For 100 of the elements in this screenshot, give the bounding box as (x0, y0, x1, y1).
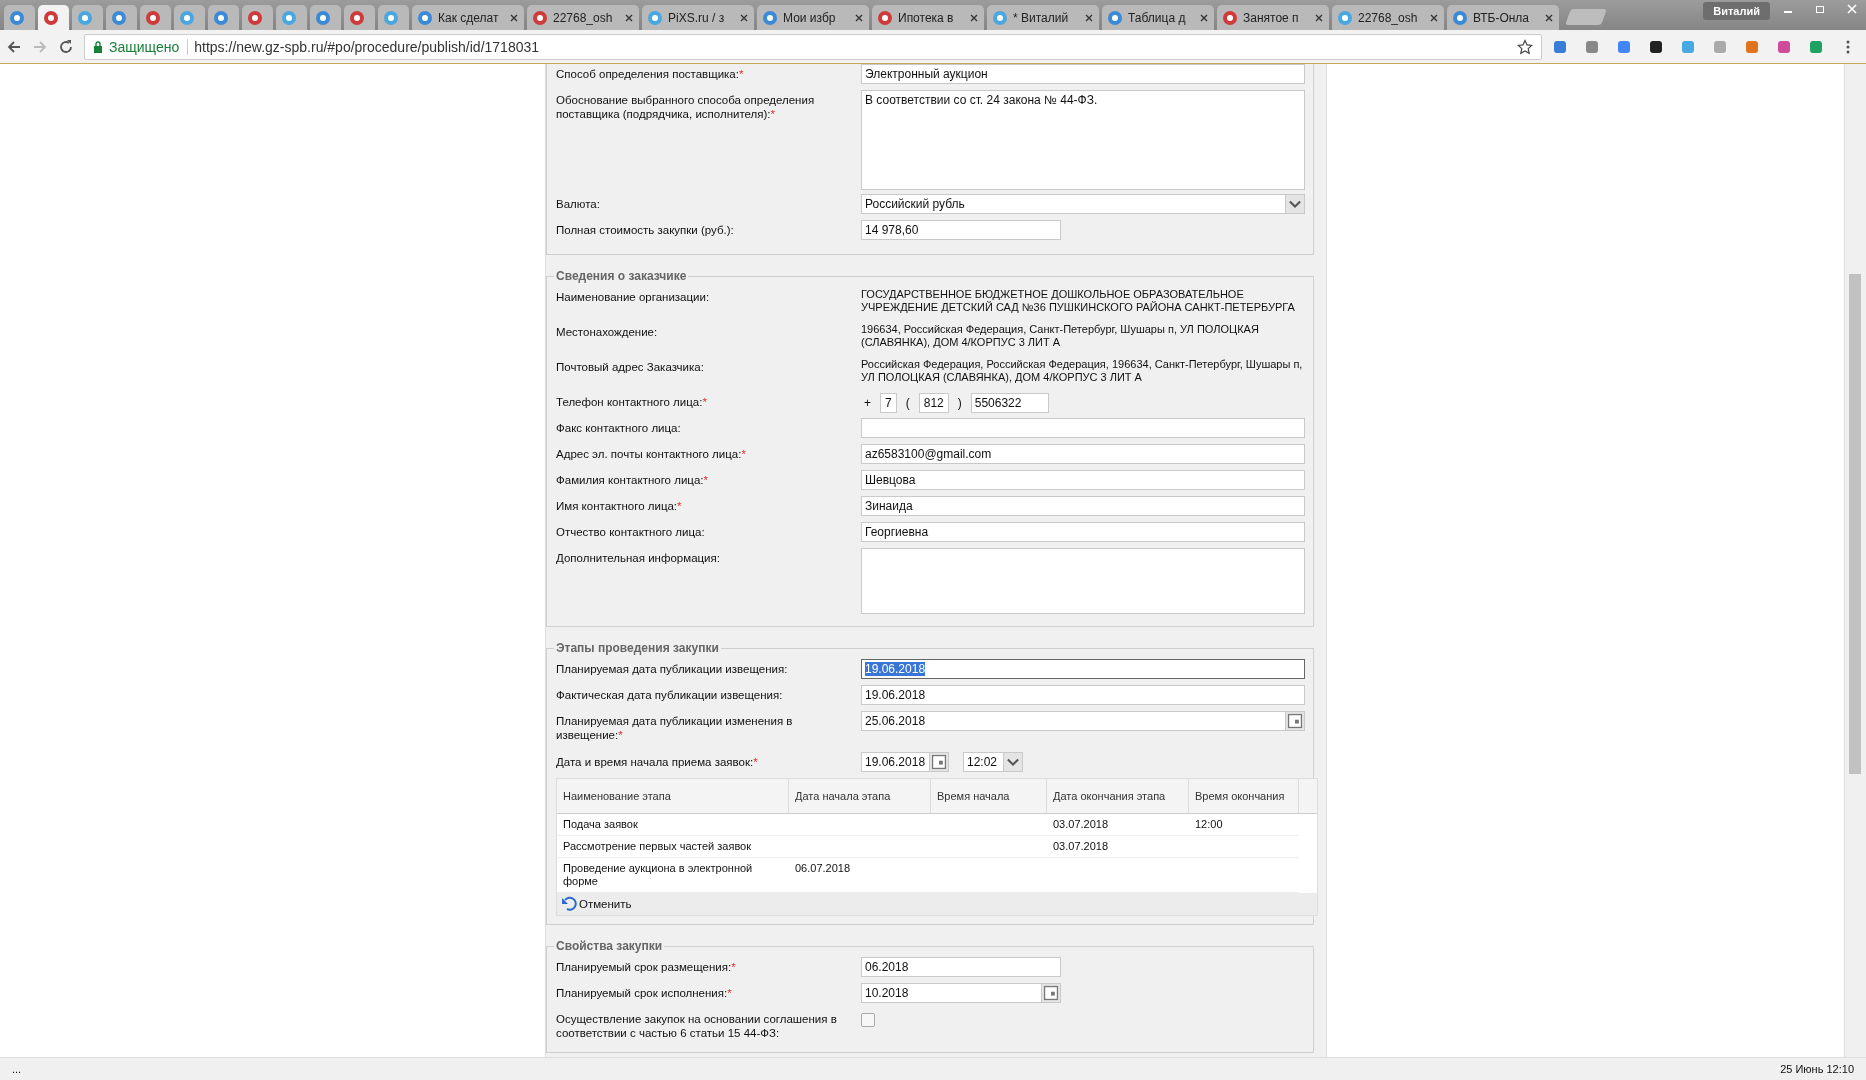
text-field[interactable]: 19.06.2018 (861, 685, 1305, 705)
text-area[interactable]: В соответствии со ст. 24 закона № 44-ФЗ. (861, 90, 1305, 190)
browser-tab[interactable]: Как сделат (412, 5, 524, 30)
calendar-icon[interactable] (929, 753, 948, 771)
site-icon (179, 9, 195, 26)
close-icon[interactable] (1084, 12, 1094, 23)
field-label: Дополнительная информация: (556, 551, 720, 565)
browser-tab[interactable] (106, 5, 137, 30)
date-field[interactable]: 19.06.2018 (861, 752, 949, 772)
new-tab-button[interactable] (1565, 9, 1607, 25)
cancel-button[interactable]: Отменить (561, 896, 632, 912)
browser-tab[interactable]: Ипотека в (872, 5, 984, 30)
phone-field[interactable]: 812 (918, 393, 949, 413)
text-field[interactable]: 19.06.2018 (861, 659, 1305, 679)
text-field[interactable] (861, 418, 1305, 438)
browser-tab[interactable]: 22768_osh (527, 5, 639, 30)
table-cell: 03.07.2018 (1053, 840, 1109, 852)
status-text: ... (12, 1063, 22, 1075)
text-field[interactable]: 14 978,60 (861, 220, 1061, 240)
table-cell: Подача заявок (563, 818, 638, 830)
extension-icon[interactable] (1648, 38, 1664, 55)
close-icon[interactable] (739, 12, 749, 23)
browser-tab[interactable] (310, 5, 341, 30)
browser-tab[interactable]: * Виталий (987, 5, 1099, 30)
calendar-icon[interactable] (1041, 984, 1060, 1002)
section-title: Свойства закупки (555, 939, 664, 953)
site-icon (349, 9, 365, 26)
browser-tab[interactable] (4, 5, 35, 30)
browser-tab[interactable]: PiXS.ru / з (642, 5, 754, 30)
site-icon (1107, 9, 1123, 26)
text-field[interactable]: Электронный аукцион (861, 64, 1305, 84)
browser-tab[interactable]: 22768_osh (1332, 5, 1444, 30)
text-field[interactable]: Зинаида (861, 496, 1305, 516)
site-icon (145, 9, 161, 26)
reload-icon[interactable] (58, 38, 74, 55)
site-icon (1452, 9, 1468, 26)
browser-tab[interactable] (208, 5, 239, 30)
browser-tab[interactable] (140, 5, 171, 30)
close-icon[interactable] (1544, 12, 1554, 23)
browser-tab[interactable] (242, 5, 273, 30)
clock-text: 25 Июнь 12:10 (1780, 1063, 1854, 1075)
site-icon (647, 9, 663, 26)
star-icon[interactable] (1517, 38, 1533, 55)
browser-tab[interactable] (174, 5, 205, 30)
back-icon[interactable] (6, 38, 22, 55)
checkbox[interactable] (861, 1013, 875, 1027)
time-dropdown[interactable]: 12:02 (963, 752, 1023, 772)
column-header: Дата окончания этапа (1047, 779, 1189, 813)
site-icon (247, 9, 263, 26)
calendar-icon[interactable] (1285, 712, 1304, 730)
browser-tab[interactable]: Таблица д (1102, 5, 1214, 30)
table-cell: 06.07.2018 (795, 862, 851, 874)
field-value: 196634, Российская Федерация, Санкт-Петербург, Шушары п, УЛ ПОЛОЦКАЯ (СЛАВЯНКА), ДОМ 4/КОРПУС 3 ЛИТ А (861, 322, 1260, 349)
close-icon[interactable] (1314, 12, 1324, 23)
field-label: Планируемая дата публикации изменения в извещение:* (556, 714, 794, 742)
browser-tab[interactable]: Мои избр (757, 5, 869, 30)
browser-tab[interactable] (344, 5, 375, 30)
text-field[interactable]: Георгиевна (861, 522, 1305, 542)
scrollbar[interactable] (1844, 64, 1866, 1057)
site-icon (9, 9, 25, 26)
field-label: Наименование организации: (556, 290, 710, 304)
field-label: Планируемый срок размещения:* (556, 960, 736, 974)
site-icon (532, 9, 548, 26)
field-label: Осуществление закупок на основании соглашения в соответствии с частью 6 статьи 15 44-ФЗ: (556, 1012, 838, 1040)
date-field[interactable]: 10.2018 (861, 983, 1061, 1003)
text-field[interactable]: Шевцова (861, 470, 1305, 490)
browser-tab[interactable] (38, 5, 69, 30)
column-header: Время начала (931, 779, 1047, 813)
field-value: ГОСУДАРСТВЕННОЕ БЮДЖЕТНОЕ ДОШКОЛЬНОЕ ОБРАЗОВАТЕЛЬНОЕ УЧРЕЖДЕНИЕ ДЕТСКИЙ САД №36 ПУШКИНСКОГО РАЙОНА САНКТ-ПЕТЕРБУРГА (861, 287, 1296, 314)
text-field[interactable]: az6583100@gmail.com (861, 444, 1305, 464)
browser-tab[interactable] (72, 5, 103, 30)
close-icon[interactable] (969, 12, 979, 23)
profile-button[interactable]: Виталий (1703, 2, 1770, 20)
phone-symbol: + (863, 396, 872, 410)
undo-icon (561, 896, 577, 912)
close-icon[interactable] (854, 12, 864, 23)
phone-symbol: ) (956, 396, 963, 410)
browser-tab[interactable]: Занятое п (1217, 5, 1329, 30)
site-icon (762, 9, 778, 26)
site-icon (111, 9, 127, 26)
browser-tab[interactable] (276, 5, 307, 30)
field-label: Дата и время начала приема заявок:* (556, 755, 758, 769)
field-label: Факс контактного лица: (556, 421, 681, 435)
dropdown[interactable]: Российский рубль (861, 194, 1305, 214)
browser-tab[interactable]: ВТБ-Онла (1447, 5, 1559, 30)
close-icon[interactable] (509, 12, 519, 23)
text-field[interactable]: 06.2018 (861, 957, 1061, 977)
field-value: Российская Федерация, Российская Федерация, 196634, Санкт-Петербург, Шушары п, УЛ ПОЛОЦКАЯ (СЛАВЯНКА), ДОМ 4/КОРПУС 3 ЛИТ А (861, 357, 1304, 384)
field-label: Фактическая дата публикации извещения: (556, 688, 783, 702)
column-header: Наименование этапа (557, 779, 789, 813)
close-icon[interactable] (1429, 12, 1439, 23)
browser-tab[interactable] (378, 5, 409, 30)
phone-field[interactable]: 5506322 (970, 393, 1049, 413)
close-icon[interactable] (624, 12, 634, 23)
address-bar[interactable]: Защищено https://new.gz-spb.ru/#po/procedure/publish/id/1718031 (84, 33, 1542, 60)
date-field[interactable]: 25.06.2018 (861, 711, 1305, 731)
column-header: Дата начала этапа (789, 779, 931, 813)
phone-field[interactable]: 7 (880, 393, 897, 413)
close-icon[interactable] (1199, 12, 1209, 23)
field-label: Способ определения поставщика:* (556, 67, 744, 81)
